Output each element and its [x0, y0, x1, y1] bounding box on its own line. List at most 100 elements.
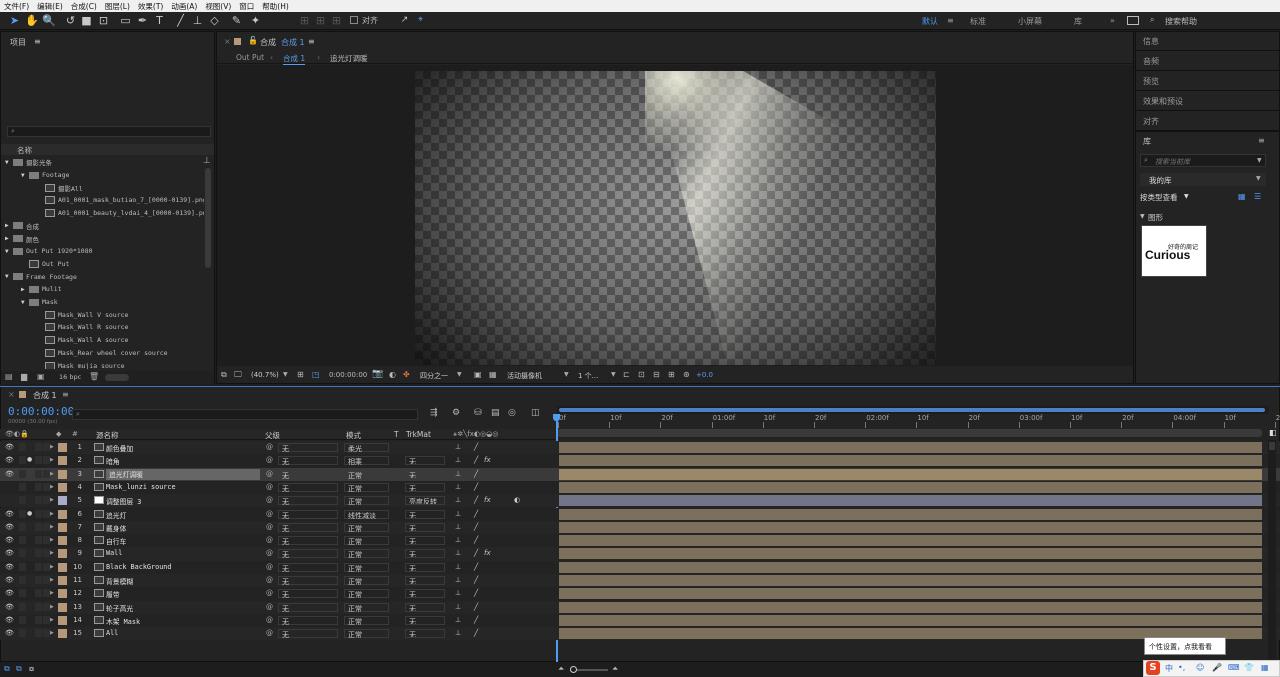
trkmat-dropdown[interactable]: 亮度反转	[405, 496, 445, 506]
visibility-eye-icon[interactable]: 👁	[5, 616, 14, 624]
label-color-swatch[interactable]	[58, 509, 67, 519]
library-select[interactable]: 我的库 ▼	[1140, 173, 1266, 186]
menu-item[interactable]: 视图(V)	[201, 1, 235, 12]
effects-switch-icon[interactable]: fx	[484, 549, 491, 557]
eraser-tool-icon[interactable]: ◇	[208, 14, 221, 27]
quality-switch-icon[interactable]: ╱	[474, 523, 478, 531]
pickwhip-icon[interactable]: @	[266, 563, 273, 571]
switch-box[interactable]	[35, 629, 42, 638]
switch-box[interactable]	[43, 536, 50, 545]
zoom-tool-icon[interactable]: 🔍	[42, 14, 56, 27]
sync-settings-icon[interactable]	[1127, 16, 1139, 25]
layer-row[interactable]: ▶ 4 Mask_lunzi source @ 无正常无 ⊥ ╱	[0, 480, 1280, 495]
shy-switch-icon[interactable]: ⊥	[455, 603, 461, 611]
trkmat-dropdown[interactable]: 无	[405, 562, 445, 572]
quality-switch-icon[interactable]: ╱	[474, 483, 478, 491]
layer-name[interactable]: Wall	[106, 549, 122, 557]
quality-switch-icon[interactable]: ╱	[474, 536, 478, 544]
breadcrumb-item-comp[interactable]: 合成 1	[283, 53, 306, 65]
layer-row[interactable]: 👁 ▶ 11 背景模糊 @ 无正常无 ⊥ ╱	[0, 574, 1280, 588]
solo-icon[interactable]: ●	[27, 456, 32, 463]
footage-row[interactable]: Out Put	[1, 258, 69, 271]
menu-item[interactable]: 合成(C)	[67, 1, 101, 12]
switch-box[interactable]	[35, 602, 42, 611]
switch-box[interactable]	[35, 536, 42, 545]
trkmat-dropdown[interactable]: 无	[405, 469, 445, 479]
pan-behind-tool-icon[interactable]: ⊡	[97, 14, 110, 27]
expanded-triangle-icon[interactable]: ▼	[21, 299, 29, 306]
pickwhip-icon[interactable]: @	[266, 456, 273, 464]
switch-box[interactable]	[19, 562, 26, 571]
work-area-range[interactable]	[559, 408, 1265, 412]
layer-duration-bar[interactable]	[559, 508, 1262, 520]
timeline-scrollbar[interactable]	[1268, 440, 1276, 660]
folder-row[interactable]: ▶ 颜色	[1, 232, 39, 245]
monitor-icon[interactable]: 🖵	[234, 370, 242, 380]
library-search-input[interactable]: ⌕ 搜索当前库 ▼	[1140, 154, 1266, 167]
trkmat-dropdown[interactable]: 无	[405, 615, 445, 625]
scrollbar-thumb[interactable]	[1269, 442, 1275, 450]
blend-mode-dropdown[interactable]: 正常	[344, 482, 389, 493]
list-view-icon[interactable]: ☰	[1254, 192, 1261, 201]
view-axis-icon[interactable]: ⊞	[330, 14, 343, 27]
blend-mode-dropdown[interactable]: 正常	[344, 522, 389, 533]
layer-name[interactable]: 履带	[106, 589, 120, 599]
switch-box[interactable]	[43, 482, 50, 491]
t-header[interactable]: T	[394, 430, 399, 439]
zoom-dropdown[interactable]: (40.7%)	[251, 371, 279, 379]
adjustment-switch-icon[interactable]: ◐	[514, 496, 520, 504]
fast-preview-icon[interactable]: ⊡	[638, 370, 645, 379]
trkmat-dropdown[interactable]: 无	[405, 549, 445, 559]
shy-switch-icon[interactable]: ⊥	[455, 470, 461, 478]
blend-mode-dropdown[interactable]: 正常	[344, 469, 389, 480]
footage-row[interactable]: Mask_Rear wheel cover source	[1, 347, 168, 360]
switch-box[interactable]	[43, 522, 50, 531]
ime-language[interactable]: 中	[1165, 663, 1173, 674]
label-color-swatch[interactable]	[58, 549, 67, 559]
parent-dropdown[interactable]: 无	[278, 549, 338, 559]
layer-row[interactable]: ▶ 5 调整图层 3 @ 无正常 亮度反转 ⊥ ╱ fx ◐	[0, 494, 1280, 508]
folder-row[interactable]: ▼ Out Put 1920*1080	[1, 245, 93, 258]
switch-box[interactable]	[19, 629, 26, 638]
mask-visibility-icon[interactable]: ◳	[312, 370, 320, 379]
clone-stamp-tool-icon[interactable]: ⊥	[191, 14, 204, 27]
switch-box[interactable]	[19, 589, 26, 598]
menu-item[interactable]: 编辑(E)	[33, 1, 67, 12]
time-navigator[interactable]	[557, 429, 1262, 437]
quality-switch-icon[interactable]: ╱	[474, 549, 478, 557]
library-menu-icon[interactable]: ≡	[1258, 136, 1265, 145]
switch-box[interactable]	[19, 549, 26, 558]
layer-duration-bar[interactable]	[559, 614, 1262, 626]
parent-dropdown[interactable]: 无	[278, 522, 338, 533]
quality-switch-icon[interactable]: ╱	[474, 563, 478, 571]
zoom-slider-thumb[interactable]	[570, 666, 577, 673]
folder-row[interactable]: ▼ Frame Footage	[1, 270, 77, 283]
shy-switch-icon[interactable]: ⊥	[455, 536, 461, 544]
switch-box[interactable]	[43, 456, 50, 465]
quality-switch-icon[interactable]: ╱	[474, 443, 478, 451]
folder-row[interactable]: ▼ Footage	[1, 169, 69, 182]
layer-duration-bar[interactable]	[559, 481, 1262, 493]
trkmat-dropdown[interactable]: 无	[405, 509, 445, 519]
layer-duration-bar[interactable]	[559, 495, 1262, 507]
bpc-label[interactable]: 16 bpc	[59, 373, 81, 381]
visibility-eye-icon[interactable]: 👁	[5, 563, 14, 571]
pickwhip-icon[interactable]: @	[266, 603, 273, 611]
switch-box[interactable]	[43, 509, 50, 518]
timeline-tab[interactable]: 合成 1	[33, 390, 57, 401]
layer-name[interactable]: 自行车	[106, 536, 126, 546]
layer-duration-bar[interactable]	[559, 601, 1262, 613]
rectangle-tool-icon[interactable]: ▭	[119, 14, 132, 27]
comp-canvas[interactable]	[415, 71, 936, 365]
layer-duration-bar[interactable]	[559, 575, 1262, 586]
parent-dropdown[interactable]: 无	[278, 576, 338, 586]
layer-row[interactable]: 👁 ▶ 1 颜色叠加 @ 无柔光 ⊥ ╱	[0, 441, 1280, 455]
folder-row[interactable]: ▶ 合成	[1, 220, 39, 233]
footage-row[interactable]: Mask_Wall V source	[1, 308, 128, 321]
quality-switch-icon[interactable]: ╱	[474, 576, 478, 584]
pickwhip-icon[interactable]: @	[266, 443, 273, 451]
parent-dropdown[interactable]: 无	[278, 602, 338, 613]
pickwhip-icon[interactable]: @	[266, 536, 273, 544]
pickwhip-icon[interactable]: @	[266, 510, 273, 518]
shy-switch-icon[interactable]: ⊥	[455, 563, 461, 571]
